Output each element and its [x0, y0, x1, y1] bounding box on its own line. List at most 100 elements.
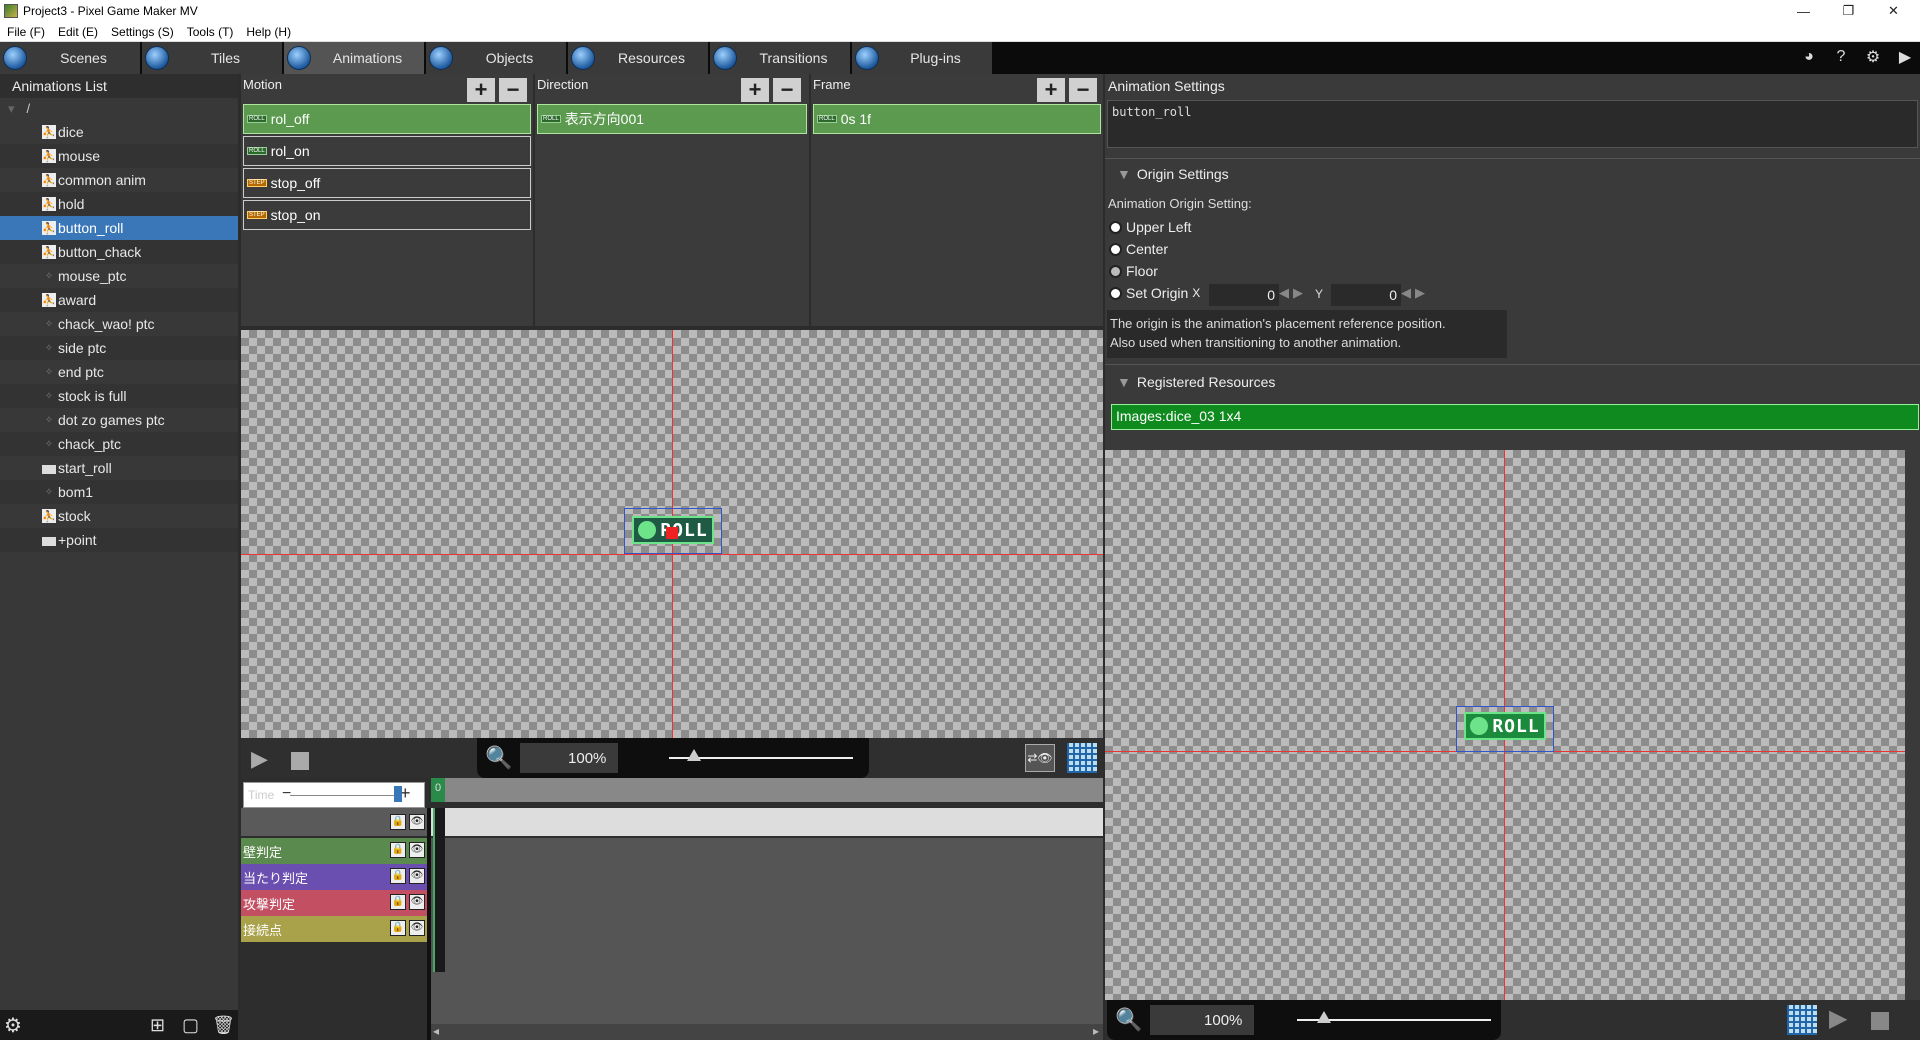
settings-gear-icon[interactable]: ⚙	[1862, 46, 1884, 68]
tree-item[interactable]: ⛹ dice	[0, 120, 238, 144]
eye-icon[interactable]: 👁	[409, 814, 425, 830]
tree-item[interactable]: ✧ side ptc	[0, 336, 238, 360]
motion-item[interactable]: STEP stop_off	[243, 168, 531, 198]
tree-item[interactable]: ⛹ common anim	[0, 168, 238, 192]
tree-item[interactable]: ✧ chack_wao! ptc	[0, 312, 238, 336]
zoom-magnifier-icon[interactable]: 🔍	[485, 745, 512, 771]
eye-icon[interactable]: 👁	[409, 842, 425, 858]
add-direction-button[interactable]: +	[741, 78, 769, 102]
tree-item[interactable]: ✧ bom1	[0, 480, 238, 504]
help-icon[interactable]: ?	[1830, 46, 1852, 68]
eye-icon[interactable]: 👁	[409, 894, 425, 910]
add-frame-button[interactable]: +	[1037, 78, 1065, 102]
timeline-track[interactable]: 攻撃判定 🔒 👁	[241, 890, 427, 916]
tab-scenes[interactable]: Scenes	[0, 42, 140, 74]
lock-icon[interactable]: 🔒	[390, 894, 406, 910]
timeline-track[interactable]: 接続点 🔒 👁	[241, 916, 427, 942]
eye-icon[interactable]: 👁	[409, 868, 425, 884]
lock-icon[interactable]: 🔒	[390, 920, 406, 936]
preview-grid-icon[interactable]	[1787, 1005, 1817, 1035]
tree-item[interactable]: ⛹ stock	[0, 504, 238, 528]
tree-item[interactable]: ✧ dot zo games ptc	[0, 408, 238, 432]
tree-item[interactable]: ⛹ mouse	[0, 144, 238, 168]
eye-icon[interactable]: 👁	[409, 920, 425, 936]
time-slider-thumb[interactable]	[394, 786, 402, 802]
tab-objects[interactable]: Objects	[426, 42, 566, 74]
tree-item[interactable]: +point	[0, 528, 238, 552]
menu-help[interactable]: Help (H)	[246, 25, 291, 39]
tree-root[interactable]: ▾ /	[0, 98, 238, 120]
motion-item[interactable]: ROLL rol_on	[243, 136, 531, 166]
tree-item[interactable]: ✧ chack_ptc	[0, 432, 238, 456]
motion-item[interactable]: STEP stop_on	[243, 200, 531, 230]
timeline-main-lane[interactable]	[431, 808, 1103, 836]
close-button[interactable]: ✕	[1871, 0, 1916, 22]
resource-item[interactable]: Images:dice_03 1x4	[1111, 404, 1919, 430]
zoom-input[interactable]: 100%	[520, 743, 619, 773]
play-icon[interactable]: ▶	[251, 746, 268, 772]
time-scale-field[interactable]: Time − +	[243, 782, 425, 808]
add-folder-icon[interactable]: ⊞	[150, 1015, 165, 1036]
x-increment-icon[interactable]: ▶	[1293, 285, 1303, 301]
tab-transitions[interactable]: Transitions	[710, 42, 850, 74]
menu-tools[interactable]: Tools (T)	[187, 25, 234, 39]
remove-motion-button[interactable]: −	[499, 78, 527, 102]
visibility-toggle-icon[interactable]: ⇄👁	[1025, 744, 1055, 772]
restore-button[interactable]: ❐	[1826, 0, 1871, 22]
remove-direction-button[interactable]: −	[773, 78, 801, 102]
timeline-scrollbar[interactable]: ◂ ▸	[431, 1024, 1103, 1040]
origin-y-input[interactable]: 0	[1331, 284, 1401, 306]
timeline-lanes[interactable]	[431, 838, 1103, 1040]
timeline-track[interactable]: 当たり判定 🔒 👁	[241, 864, 427, 890]
menu-file[interactable]: File (F)	[7, 25, 45, 39]
tree-item[interactable]: ✧ end ptc	[0, 360, 238, 384]
registered-resources-section[interactable]: ▼ Registered Resources	[1117, 374, 1275, 390]
zoom-magnifier-icon[interactable]: 🔍	[1115, 1007, 1142, 1033]
zoom-out-icon[interactable]: −	[282, 785, 291, 803]
radio-upper-left[interactable]: Upper Left	[1109, 216, 1191, 238]
preview-play-icon[interactable]: ▶	[1829, 1004, 1847, 1033]
preview-zoom-slider-thumb[interactable]	[1317, 1011, 1331, 1023]
tree-item[interactable]: ⛹ button_chack	[0, 240, 238, 264]
collapse-icon[interactable]: ▼	[1117, 166, 1131, 182]
y-increment-icon[interactable]: ▶	[1415, 285, 1425, 301]
preview-canvas[interactable]: ROLL	[1105, 450, 1905, 1000]
add-item-icon[interactable]: ▢	[182, 1015, 199, 1036]
keyframe-column[interactable]	[433, 808, 445, 972]
preview-stop-icon[interactable]	[1871, 1012, 1889, 1030]
direction-item[interactable]: ROLL 表示方向001	[537, 104, 807, 134]
tab-plugins[interactable]: Plug-ins	[852, 42, 992, 74]
tab-tiles[interactable]: Tiles	[142, 42, 282, 74]
animation-canvas[interactable]: ROLL	[241, 330, 1103, 738]
preview-zoom-slider[interactable]	[1297, 1011, 1491, 1023]
tree-item[interactable]: ⛹ award	[0, 288, 238, 312]
origin-x-input[interactable]: 0	[1209, 284, 1279, 306]
tree-item[interactable]: start_roll	[0, 456, 238, 480]
preview-zoom-input[interactable]: 100%	[1150, 1005, 1255, 1035]
origin-marker[interactable]	[666, 527, 678, 539]
lock-icon[interactable]: 🔒	[390, 814, 406, 830]
gear-icon[interactable]: ⚙	[4, 1013, 22, 1038]
zoom-slider-thumb[interactable]	[687, 749, 701, 761]
scroll-left-icon[interactable]: ◂	[433, 1024, 439, 1038]
network-icon[interactable]: ◕	[1798, 46, 1820, 68]
collapse-icon[interactable]: ▼	[1117, 374, 1131, 390]
expand-icon[interactable]: ▾	[8, 101, 15, 116]
origin-settings-section[interactable]: ▼ Origin Settings	[1117, 166, 1229, 182]
zoom-slider[interactable]	[669, 749, 853, 761]
stop-icon[interactable]	[291, 752, 309, 770]
radio-center[interactable]: Center	[1109, 238, 1168, 260]
lock-icon[interactable]: 🔒	[390, 842, 406, 858]
lock-icon[interactable]: 🔒	[390, 868, 406, 884]
minimize-button[interactable]: —	[1781, 0, 1826, 22]
add-motion-button[interactable]: +	[467, 78, 495, 102]
scroll-right-icon[interactable]: ▸	[1093, 1024, 1099, 1038]
motion-item[interactable]: ROLL rol_off	[243, 104, 531, 134]
animation-name-field[interactable]: button_roll	[1107, 100, 1918, 148]
tab-animations[interactable]: Animations	[284, 42, 424, 74]
tree-item[interactable]: ✧ mouse_ptc	[0, 264, 238, 288]
timeline-marker[interactable]: 0	[431, 778, 445, 802]
tree-item[interactable]: ⛹ button_roll	[0, 216, 238, 240]
time-slider[interactable]	[290, 795, 398, 796]
remove-frame-button[interactable]: −	[1069, 78, 1097, 102]
